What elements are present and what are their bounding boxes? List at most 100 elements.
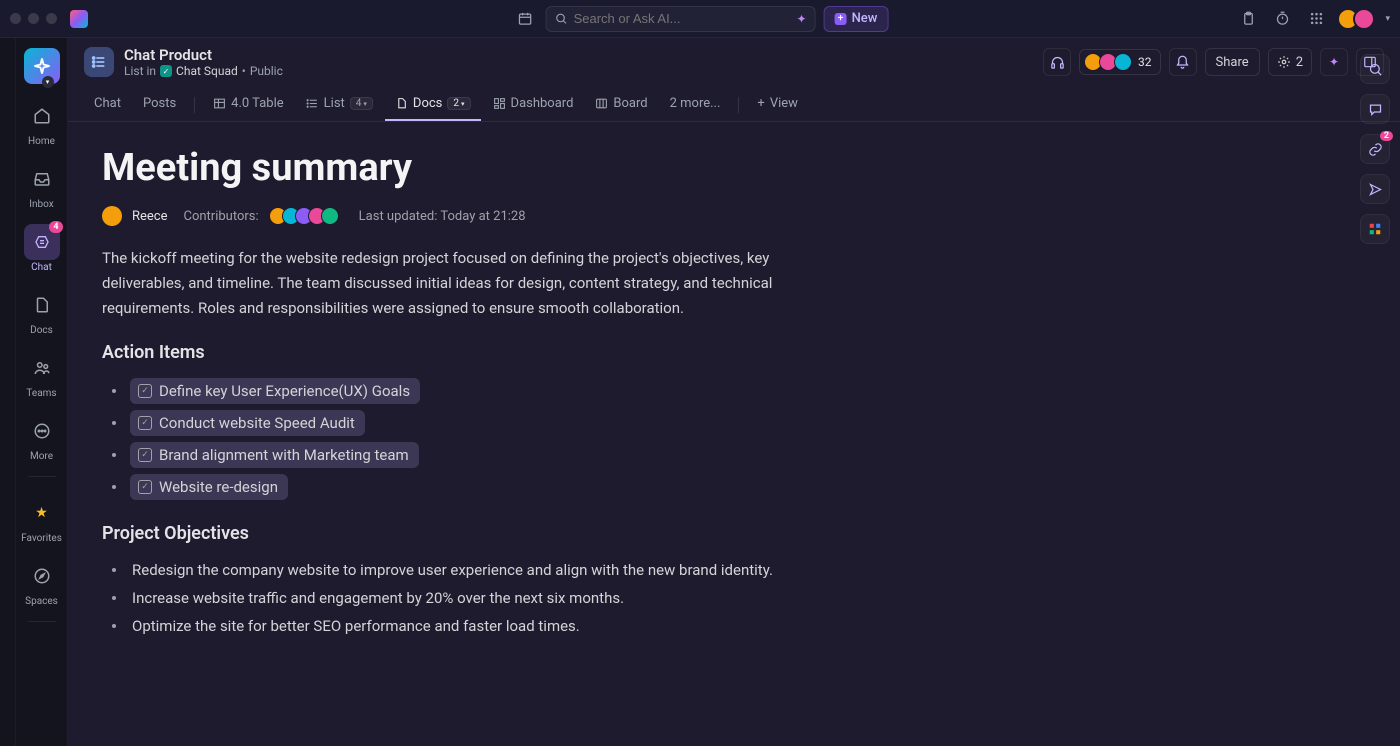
docs-icon [24,287,60,323]
tab-chat[interactable]: Chat [84,88,131,121]
objectives-heading[interactable]: Project Objectives [102,523,808,544]
tab-divider [194,97,195,113]
calendar-icon[interactable] [512,6,538,32]
rail-apps-button[interactable] [1360,214,1390,244]
window-dot [28,13,39,24]
view-tabs: Chat Posts 4.0 Table List 4 ▾ Docs 2 ▾ D… [68,88,1400,122]
contributors-stack[interactable] [269,207,339,225]
sidebar-gutter [0,38,16,746]
chevron-down-icon: ▾ [42,76,54,88]
tab-docs[interactable]: Docs 2 ▾ [385,88,481,121]
sidebar-item-launcher[interactable]: ▾ [16,48,68,90]
author-name[interactable]: Reece [132,209,168,224]
sidebar-item-favorites[interactable]: ★ Favorites [16,489,68,550]
tab-label: Board [613,96,647,111]
checkbox-icon[interactable]: ✓ [138,416,152,430]
tab-list[interactable]: List 4 ▾ [296,88,383,121]
sidebar-item-inbox[interactable]: Inbox [16,155,68,216]
action-items-heading[interactable]: Action Items [102,342,808,363]
bell-icon[interactable] [1169,48,1197,76]
page-header: Chat Product List in ✓ Chat Squad • Publ… [68,38,1400,78]
clipboard-icon[interactable] [1235,6,1261,32]
share-button[interactable]: Share [1205,48,1260,76]
objective-item[interactable]: Increase website traffic and engagement … [102,584,808,612]
tab-more-views[interactable]: 2 more... [660,88,731,121]
bullet-icon [112,453,116,457]
rail-outline-button[interactable] [1360,174,1390,204]
ai-sparkle-icon: ✦ [797,12,807,26]
rail-search-button[interactable] [1360,54,1390,84]
sidebar-item-more[interactable]: More [16,407,68,468]
breadcrumb-prefix: List in [124,64,156,78]
action-item-text: Website re-design [159,478,278,496]
tab-label: 4.0 Table [231,96,283,111]
doc-scroll-area[interactable]: Meeting summary Reece Contributors: Last… [68,122,1400,746]
gear-icon [1277,55,1291,69]
tab-table[interactable]: 4.0 Table [203,88,293,121]
automations-pill[interactable]: 2 [1268,48,1312,76]
new-button[interactable]: + New [824,6,889,32]
sidebar-item-docs[interactable]: Docs [16,281,68,342]
visibility-label: Public [250,64,283,78]
members-pill[interactable]: 32 [1079,49,1161,75]
last-updated: Last updated: Today at 21:28 [359,209,526,224]
doc-title[interactable]: Meeting summary [102,146,808,190]
topbar: ✦ + New ▾ [0,0,1400,38]
headphones-icon[interactable] [1043,48,1071,76]
user-avatar-stack[interactable] [1337,8,1375,30]
tab-badge: 2 ▾ [447,97,470,110]
sidebar-item-home[interactable]: Home [16,92,68,153]
chevron-down-icon[interactable]: ▾ [1385,14,1390,24]
checkbox-icon[interactable]: ✓ [138,448,152,462]
tab-board[interactable]: Board [585,88,657,121]
doc-intro-paragraph[interactable]: The kickoff meeting for the website rede… [102,246,808,320]
objectives-list: Redesign the company website to improve … [102,556,808,640]
action-items-list: ✓ Define key User Experience(UX) Goals ✓C… [102,375,808,503]
list-icon [84,47,114,77]
sidebar-item-spaces[interactable]: Spaces [16,552,68,613]
search-input[interactable] [574,11,791,26]
home-icon [24,98,60,134]
search-icon [555,12,568,25]
sidebar-item-teams[interactable]: Teams [16,344,68,405]
chat-badge: 4 [49,221,62,233]
action-item[interactable]: ✓Conduct website Speed Audit [102,407,808,439]
ai-icon[interactable]: ✦ [1320,48,1348,76]
apps-grid-icon[interactable] [1303,6,1329,32]
bullet-icon [112,421,116,425]
doc-icon [395,97,408,110]
list-view-icon [306,97,319,110]
timer-icon[interactable] [1269,6,1295,32]
action-item[interactable]: ✓ Define key User Experience(UX) Goals [102,375,808,407]
checkbox-icon[interactable]: ✓ [138,384,152,398]
add-view-button[interactable]: + View [747,88,808,121]
tab-label: List [324,96,345,111]
table-icon [213,97,226,110]
sidebar-item-chat[interactable]: 4 Chat [16,218,68,279]
avatar [321,207,339,225]
contributors-label: Contributors: [184,209,259,224]
action-item[interactable]: ✓ Website re-design [102,471,808,503]
inbox-icon [24,161,60,197]
top-right-controls: ▾ [1235,6,1390,32]
rail-activity-button[interactable]: 2 [1360,134,1390,164]
action-item-text: Define key User Experience(UX) Goals [159,382,410,400]
sidebar-divider [28,621,56,622]
tab-dashboard[interactable]: Dashboard [483,88,584,121]
search-box[interactable]: ✦ [546,6,816,32]
objective-item[interactable]: Optimize the site for better SEO perform… [102,612,808,640]
squad-name[interactable]: Chat Squad [176,64,238,78]
bullet-icon [112,389,116,393]
rail-comments-button[interactable] [1360,94,1390,124]
plus-icon: + [835,13,847,25]
objective-item[interactable]: Redesign the company website to improve … [102,556,808,584]
action-item[interactable]: ✓Brand alignment with Marketing team [102,439,808,471]
tab-posts[interactable]: Posts [133,88,186,121]
checkbox-icon[interactable]: ✓ [138,480,152,494]
more-icon [24,413,60,449]
share-label: Share [1216,55,1249,70]
sidebar-item-label: Docs [30,325,53,336]
tab-label: Dashboard [511,96,574,111]
author-avatar[interactable] [102,206,122,226]
avatar [1353,8,1375,30]
